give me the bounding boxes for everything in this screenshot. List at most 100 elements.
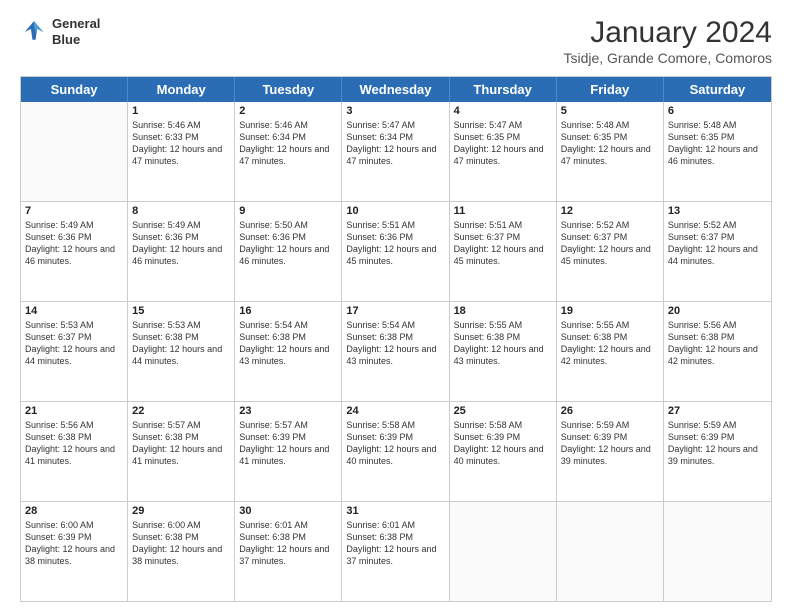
cal-cell: 3 Sunrise: 5:47 AM Sunset: 6:34 PM Daylig…: [342, 102, 449, 201]
cal-cell: [557, 502, 664, 601]
cal-cell: 11 Sunrise: 5:51 AM Sunset: 6:37 PM Dayli…: [450, 202, 557, 301]
title-block: January 2024 Tsidje, Grande Comore, Como…: [563, 16, 772, 66]
cal-cell: 18 Sunrise: 5:55 AM Sunset: 6:38 PM Dayli…: [450, 302, 557, 401]
main-title: January 2024: [563, 16, 772, 50]
day-number: 20: [668, 305, 767, 317]
cell-info: Sunrise: 5:56 AM Sunset: 6:38 PM Dayligh…: [668, 319, 767, 368]
cal-cell: [664, 502, 771, 601]
cell-info: Sunrise: 5:46 AM Sunset: 6:33 PM Dayligh…: [132, 119, 230, 168]
cell-info: Sunrise: 5:46 AM Sunset: 6:34 PM Dayligh…: [239, 119, 337, 168]
cell-info: Sunrise: 5:50 AM Sunset: 6:36 PM Dayligh…: [239, 219, 337, 268]
cal-cell: 16Sunrise: 5:54 AM Sunset: 6:38 PM Dayli…: [235, 302, 342, 401]
cell-info: Sunrise: 5:51 AM Sunset: 6:37 PM Dayligh…: [454, 219, 552, 268]
day-header-tuesday: Tuesday: [235, 77, 342, 102]
day-number: 22: [132, 405, 230, 417]
calendar-header: SundayMondayTuesdayWednesdayThursdayFrid…: [21, 77, 771, 102]
cell-info: Sunrise: 5:57 AM Sunset: 6:39 PM Dayligh…: [239, 419, 337, 468]
cell-info: Sunrise: 5:55 AM Sunset: 6:38 PM Dayligh…: [454, 319, 552, 368]
cal-cell: 5Sunrise: 5:48 AM Sunset: 6:35 PM Daylig…: [557, 102, 664, 201]
cal-cell: 4 Sunrise: 5:47 AM Sunset: 6:35 PM Daylig…: [450, 102, 557, 201]
cell-info: Sunrise: 5:53 AM Sunset: 6:37 PM Dayligh…: [25, 319, 123, 368]
cell-info: Sunrise: 5:47 AM Sunset: 6:35 PM Dayligh…: [454, 119, 552, 168]
cal-cell: 23 Sunrise: 5:57 AM Sunset: 6:39 PM Dayli…: [235, 402, 342, 501]
logo: General Blue: [20, 16, 100, 47]
day-number: 24: [346, 405, 444, 417]
cal-cell: 1 Sunrise: 5:46 AM Sunset: 6:33 PM Daylig…: [128, 102, 235, 201]
cal-cell: 24 Sunrise: 5:58 AM Sunset: 6:39 PM Dayli…: [342, 402, 449, 501]
day-number: 30: [239, 505, 337, 517]
cal-cell: 12Sunrise: 5:52 AM Sunset: 6:37 PM Dayli…: [557, 202, 664, 301]
cal-cell: 26Sunrise: 5:59 AM Sunset: 6:39 PM Dayli…: [557, 402, 664, 501]
cal-cell: [21, 102, 128, 201]
cell-info: Sunrise: 5:58 AM Sunset: 6:39 PM Dayligh…: [346, 419, 444, 468]
day-number: 19: [561, 305, 659, 317]
cal-cell: 28 Sunrise: 6:00 AM Sunset: 6:39 PM Dayli…: [21, 502, 128, 601]
logo-text: General Blue: [52, 16, 100, 47]
day-number: 4: [454, 105, 552, 117]
day-number: 7: [25, 205, 123, 217]
day-number: 14: [25, 305, 123, 317]
day-header-friday: Friday: [557, 77, 664, 102]
cell-info: Sunrise: 6:01 AM Sunset: 6:38 PM Dayligh…: [346, 519, 444, 568]
cell-info: Sunrise: 5:52 AM Sunset: 6:37 PM Dayligh…: [561, 219, 659, 268]
day-number: 6: [668, 105, 767, 117]
cell-info: Sunrise: 5:52 AM Sunset: 6:37 PM Dayligh…: [668, 219, 767, 268]
cell-info: Sunrise: 5:56 AM Sunset: 6:38 PM Dayligh…: [25, 419, 123, 468]
cell-info: Sunrise: 5:55 AM Sunset: 6:38 PM Dayligh…: [561, 319, 659, 368]
cell-info: Sunrise: 6:01 AM Sunset: 6:38 PM Dayligh…: [239, 519, 337, 568]
day-header-monday: Monday: [128, 77, 235, 102]
cell-info: Sunrise: 5:59 AM Sunset: 6:39 PM Dayligh…: [668, 419, 767, 468]
day-number: 27: [668, 405, 767, 417]
calendar: SundayMondayTuesdayWednesdayThursdayFrid…: [20, 76, 772, 602]
cal-cell: 13Sunrise: 5:52 AM Sunset: 6:37 PM Dayli…: [664, 202, 771, 301]
cal-cell: 27 Sunrise: 5:59 AM Sunset: 6:39 PM Dayli…: [664, 402, 771, 501]
cal-cell: 10 Sunrise: 5:51 AM Sunset: 6:36 PM Dayli…: [342, 202, 449, 301]
week-row-3: 21 Sunrise: 5:56 AM Sunset: 6:38 PM Dayli…: [21, 402, 771, 502]
week-row-2: 14 Sunrise: 5:53 AM Sunset: 6:37 PM Dayli…: [21, 302, 771, 402]
cell-info: Sunrise: 5:48 AM Sunset: 6:35 PM Dayligh…: [561, 119, 659, 168]
logo-icon: [20, 18, 48, 46]
header: General Blue January 2024 Tsidje, Grande…: [20, 16, 772, 66]
cell-info: Sunrise: 5:59 AM Sunset: 6:39 PM Dayligh…: [561, 419, 659, 468]
day-header-thursday: Thursday: [450, 77, 557, 102]
day-number: 25: [454, 405, 552, 417]
cal-cell: 6 Sunrise: 5:48 AM Sunset: 6:35 PM Daylig…: [664, 102, 771, 201]
day-number: 9: [239, 205, 337, 217]
day-number: 1: [132, 105, 230, 117]
cell-info: Sunrise: 5:51 AM Sunset: 6:36 PM Dayligh…: [346, 219, 444, 268]
day-number: 3: [346, 105, 444, 117]
day-number: 15: [132, 305, 230, 317]
day-number: 23: [239, 405, 337, 417]
week-row-4: 28 Sunrise: 6:00 AM Sunset: 6:39 PM Dayli…: [21, 502, 771, 601]
day-number: 2: [239, 105, 337, 117]
cell-info: Sunrise: 5:47 AM Sunset: 6:34 PM Dayligh…: [346, 119, 444, 168]
cal-cell: 9 Sunrise: 5:50 AM Sunset: 6:36 PM Daylig…: [235, 202, 342, 301]
cal-cell: 19 Sunrise: 5:55 AM Sunset: 6:38 PM Dayli…: [557, 302, 664, 401]
day-number: 21: [25, 405, 123, 417]
cal-cell: [450, 502, 557, 601]
day-header-wednesday: Wednesday: [342, 77, 449, 102]
cal-cell: 14 Sunrise: 5:53 AM Sunset: 6:37 PM Dayli…: [21, 302, 128, 401]
cal-cell: 31Sunrise: 6:01 AM Sunset: 6:38 PM Dayli…: [342, 502, 449, 601]
cal-cell: 7 Sunrise: 5:49 AM Sunset: 6:36 PM Daylig…: [21, 202, 128, 301]
day-number: 10: [346, 205, 444, 217]
day-number: 28: [25, 505, 123, 517]
cal-cell: 22 Sunrise: 5:57 AM Sunset: 6:38 PM Dayli…: [128, 402, 235, 501]
cell-info: Sunrise: 5:48 AM Sunset: 6:35 PM Dayligh…: [668, 119, 767, 168]
day-number: 11: [454, 205, 552, 217]
day-number: 16: [239, 305, 337, 317]
cell-info: Sunrise: 5:53 AM Sunset: 6:38 PM Dayligh…: [132, 319, 230, 368]
cell-info: Sunrise: 5:57 AM Sunset: 6:38 PM Dayligh…: [132, 419, 230, 468]
page: General Blue January 2024 Tsidje, Grande…: [0, 0, 792, 612]
cal-cell: 21 Sunrise: 5:56 AM Sunset: 6:38 PM Dayli…: [21, 402, 128, 501]
cell-info: Sunrise: 5:54 AM Sunset: 6:38 PM Dayligh…: [346, 319, 444, 368]
cal-cell: 8Sunrise: 5:49 AM Sunset: 6:36 PM Daylig…: [128, 202, 235, 301]
week-row-1: 7 Sunrise: 5:49 AM Sunset: 6:36 PM Daylig…: [21, 202, 771, 302]
day-number: 18: [454, 305, 552, 317]
cell-info: Sunrise: 5:58 AM Sunset: 6:39 PM Dayligh…: [454, 419, 552, 468]
cell-info: Sunrise: 5:49 AM Sunset: 6:36 PM Dayligh…: [25, 219, 123, 268]
day-header-saturday: Saturday: [664, 77, 771, 102]
cell-info: Sunrise: 6:00 AM Sunset: 6:39 PM Dayligh…: [25, 519, 123, 568]
day-number: 29: [132, 505, 230, 517]
sub-title: Tsidje, Grande Comore, Comoros: [563, 50, 772, 66]
